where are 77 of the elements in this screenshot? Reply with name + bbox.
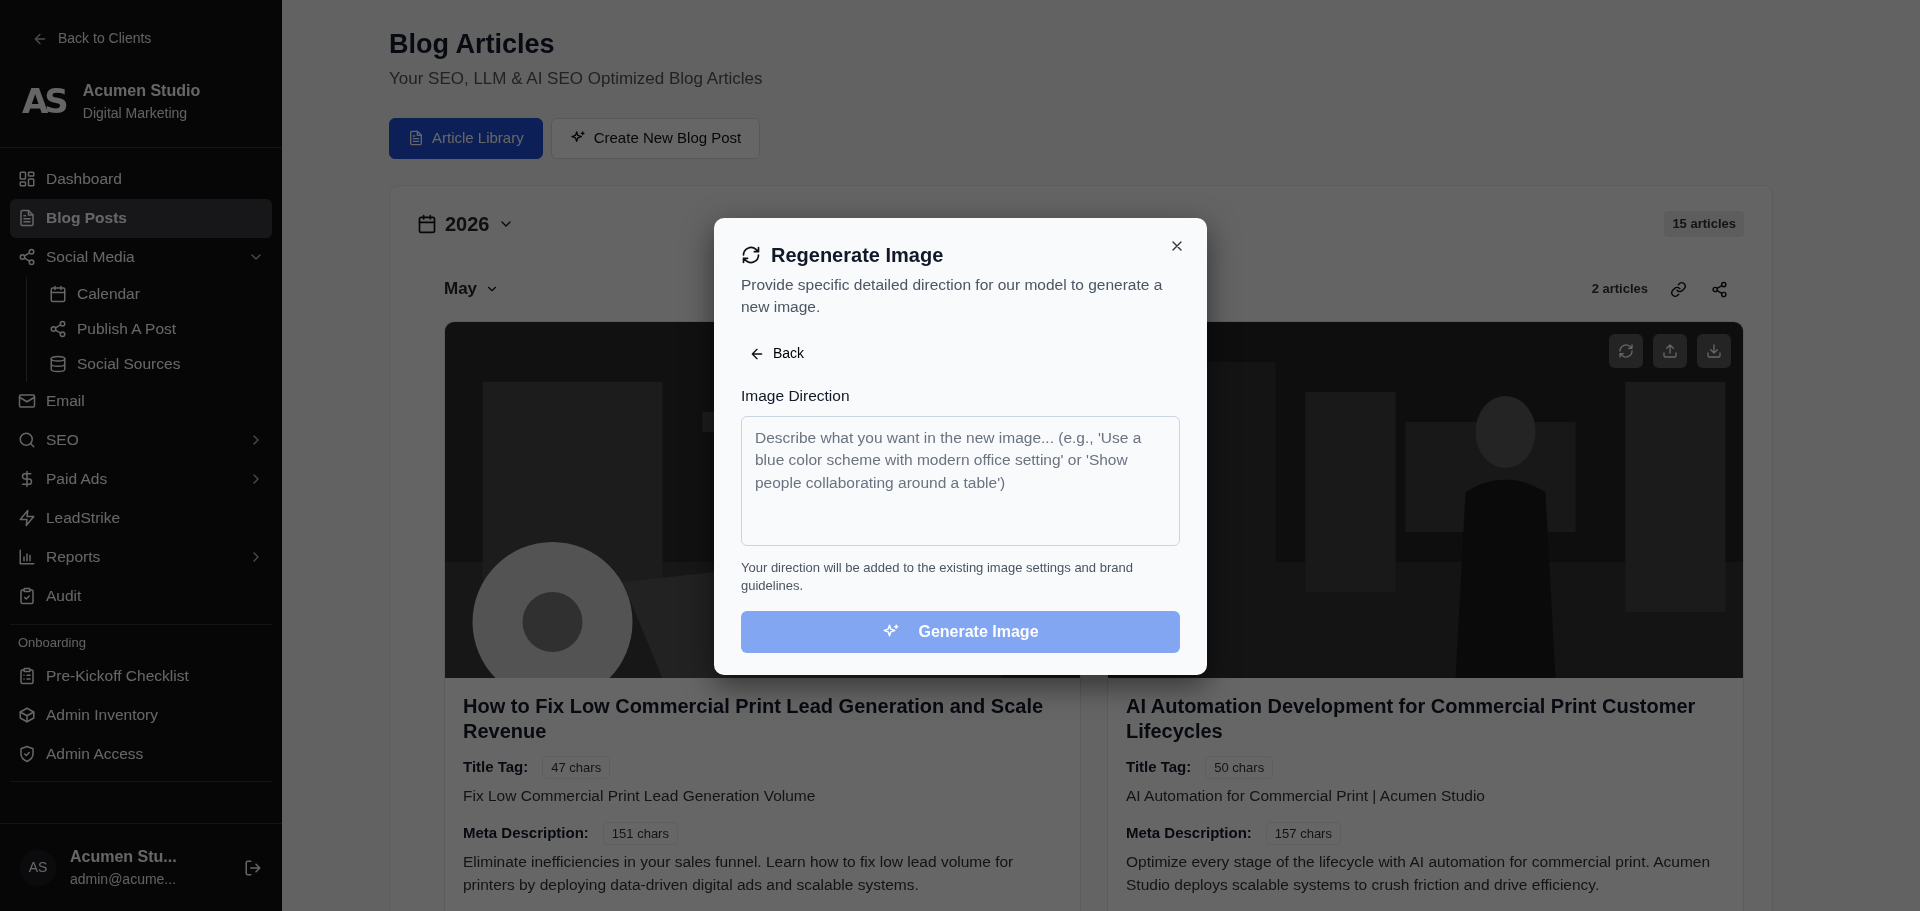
- meta-description-text: Optimize every stage of the lifecycle with AI automation for commercial print. Acumen Studio deploys scalable systems to crush friction and drive efficiency.: [1126, 852, 1712, 895]
- user-email: admin@acume...: [70, 870, 177, 889]
- avatar: AS: [20, 849, 56, 886]
- field-label: Title Tag:: [1126, 757, 1192, 778]
- section-heading: Onboarding: [17, 633, 87, 652]
- article-title: How to Fix Low Commercial Print Lead Generation and Scale Revenue: [463, 693, 1045, 744]
- dialog-title: Regenerate Image: [771, 243, 944, 268]
- meta-description-text: Eliminate inefficiencies in your sales funnel. Learn how to fix low lead volume for printers by deploying data-driven digital ads and scalable systems.: [463, 852, 1015, 895]
- nav-item[interactable]: Social Media: [10, 237, 272, 277]
- dialog-description: Provide specific detailed direction for our model to generate a new image.: [741, 275, 1164, 317]
- box-icon: [18, 705, 36, 724]
- tab[interactable]: Create New Blog Post: [550, 117, 761, 159]
- calendar-icon: [417, 213, 437, 234]
- title-tag-text: AI Automation for Commercial Print | Acumen Studio: [1126, 786, 1486, 807]
- field-label: Image Direction: [741, 386, 851, 407]
- download-icon: [1706, 342, 1722, 359]
- document-icon: [408, 130, 424, 147]
- nav-item[interactable]: Publish A Post: [41, 311, 272, 347]
- title-tag-text: Fix Low Commercial Print Lead Generation Volume: [463, 786, 817, 807]
- tab[interactable]: Article Library: [389, 117, 543, 159]
- clipboard-check-icon: [18, 587, 36, 605]
- char-count: 47 chars: [542, 755, 611, 780]
- page-subtitle: Your SEO, LLM & AI SEO Optimized Blog Articles: [389, 68, 764, 91]
- nav-item[interactable]: Paid Ads: [10, 459, 272, 499]
- search-icon: [18, 431, 36, 449]
- article-title: AI Automation Development for Commercial Print Customer Lifecycles: [1126, 693, 1697, 744]
- nav-item[interactable]: SEO: [10, 420, 272, 460]
- nav-item[interactable]: Dashboard: [10, 159, 272, 199]
- dashboard-icon: [18, 170, 36, 188]
- share-icon: [1711, 281, 1728, 299]
- field-label: Title Tag:: [463, 757, 529, 778]
- upload-icon: [1662, 342, 1678, 359]
- article-count: 2 articles: [1591, 280, 1648, 299]
- char-count: 50 chars: [1205, 755, 1274, 780]
- regenerate-button[interactable]: [1609, 333, 1643, 368]
- back-button[interactable]: Back: [741, 337, 813, 371]
- bar-chart-icon: [18, 548, 36, 566]
- field-label: Meta Description:: [463, 823, 589, 844]
- brand-subtitle: Digital Marketing: [82, 103, 189, 123]
- nav-item[interactable]: Pre-Kickoff Checklist: [10, 656, 272, 695]
- brand-name: Acumen Studio: [82, 80, 201, 101]
- nav-item[interactable]: Email: [10, 381, 272, 421]
- page-title: Blog Articles: [389, 28, 556, 61]
- nav-item[interactable]: Audit: [10, 576, 272, 616]
- document-icon: [18, 209, 36, 227]
- download-button[interactable]: [1697, 333, 1731, 368]
- mail-icon: [18, 392, 36, 410]
- refresh-icon: [1618, 342, 1634, 359]
- logo: AS: [22, 79, 65, 123]
- nav-item[interactable]: LeadStrike: [10, 498, 272, 538]
- refresh-icon: [741, 245, 761, 265]
- share-icon: [49, 320, 67, 338]
- clipboard-list-icon: [18, 666, 36, 685]
- link-icon: [1670, 281, 1687, 299]
- nav-item[interactable]: Social Sources: [41, 346, 272, 382]
- nav-item[interactable]: Blog Posts: [10, 198, 272, 238]
- count-badge: 15 articles: [1664, 211, 1744, 237]
- char-count: 151 chars: [602, 821, 678, 846]
- database-icon: [49, 355, 67, 373]
- logout-icon: [244, 859, 262, 878]
- share-icon: [18, 248, 36, 266]
- shield-icon: [18, 744, 36, 763]
- nav-item[interactable]: Reports: [10, 537, 272, 577]
- upload-button[interactable]: [1653, 333, 1687, 368]
- char-count: 157 chars: [1265, 821, 1341, 846]
- back-link[interactable]: Back to Clients: [32, 28, 152, 49]
- field-label: Meta Description:: [1126, 823, 1252, 844]
- lightning-icon: [18, 509, 36, 527]
- year-dropdown[interactable]: 2026: [445, 208, 514, 239]
- nav-item[interactable]: Admin Inventory: [10, 695, 272, 734]
- nav-item[interactable]: Admin Access: [10, 734, 272, 773]
- month-dropdown[interactable]: May: [444, 276, 500, 302]
- calendar-icon: [49, 285, 67, 303]
- help-text: Your direction will be added to the existing image settings and brand guidelines.: [741, 558, 1134, 595]
- nav-item[interactable]: Calendar: [41, 276, 272, 312]
- user-name: Acumen Stu...: [70, 847, 177, 867]
- direction-field[interactable]: Describe what you want in the new image... (e.g., 'Use a blue color scheme with modern office setting' or 'Show people collaborating around a table'): [741, 415, 1180, 546]
